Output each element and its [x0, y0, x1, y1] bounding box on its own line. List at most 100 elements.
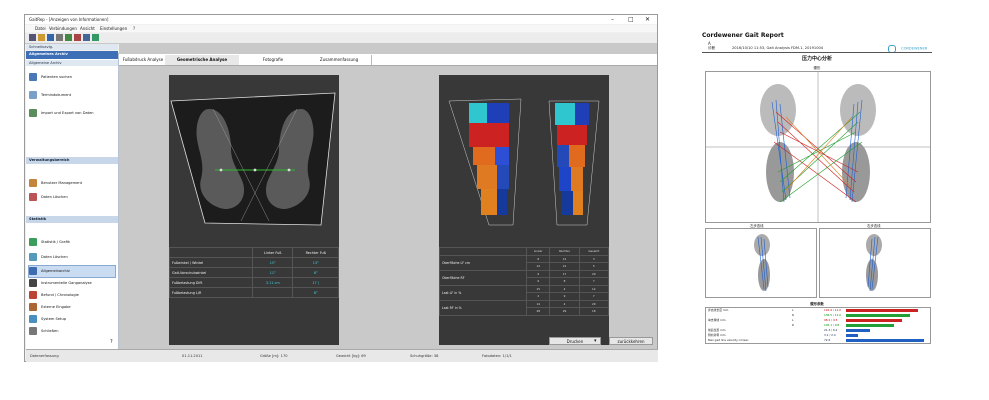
parameter-bar — [846, 314, 910, 317]
table-row: Last RF in % 14 4 29 — [439, 299, 610, 316]
sidebar-item-label: Daten Löschen — [41, 255, 68, 259]
cell: 12 — [578, 284, 610, 293]
help-icon[interactable] — [92, 34, 99, 41]
sidebar-item-external-input[interactable]: Externe Eingabe — [29, 302, 115, 313]
report-meta: 2016/10/10 11:53, Gait Analysis FDM-1, 2… — [732, 46, 824, 50]
left-value: 3.11 cm — [251, 277, 294, 288]
application-window: GaitRep - [Anzeigen von Informationen] –… — [24, 14, 658, 362]
back-button[interactable]: zurückkehren — [609, 337, 653, 345]
parameters-title: 蝶形参数 — [810, 302, 824, 306]
parameter-label: Max gait line velocity cm/sec — [708, 338, 749, 342]
users-icon — [29, 179, 37, 187]
left-value: 11° — [251, 267, 294, 278]
sidebar-item-label: Benutzer Management — [41, 181, 83, 185]
footprint-geometry-image — [170, 92, 336, 226]
parameter-value: 21.3 / 6.2 — [824, 328, 838, 332]
table-row: Oberfläche LF cm 8 12 3 — [439, 254, 610, 271]
butterfly-diagram — [705, 71, 931, 223]
import-export-icon — [29, 109, 37, 117]
parameter-bar — [846, 329, 870, 332]
parameter-side: R — [792, 323, 794, 327]
title-bar: GaitRep - [Anzeigen von Informationen] –… — [25, 15, 657, 24]
parameter-label: 单支撑线 mm — [708, 318, 726, 322]
tab-summary[interactable]: Zusammenfassung — [307, 55, 372, 65]
help-question-icon[interactable]: ? — [110, 339, 113, 345]
cell: 9 — [549, 292, 580, 301]
chart-icon — [29, 238, 37, 246]
sidebar-item-delete[interactable]: Daten Löschen — [29, 252, 115, 263]
sidebar-item-label: Patienten suchen — [41, 75, 73, 79]
tab-footprint-analysis[interactable]: Fußabdruck Analyse — [121, 55, 166, 65]
zoom-icon[interactable] — [74, 34, 81, 41]
table-header: Rechter — [549, 247, 580, 256]
sidebar-item-general-archive[interactable]: Allgemeinarchiv — [28, 265, 116, 278]
cell: 8 — [525, 254, 551, 263]
open-icon[interactable] — [38, 34, 45, 41]
sidebar-item-close[interactable]: Schließen — [29, 326, 115, 337]
save-icon[interactable] — [47, 34, 54, 41]
sidebar-item-instrument-analysis[interactable]: Instrumentelle Ganganalyse — [29, 278, 115, 289]
row-label: Fußbelastung Diff. — [169, 277, 253, 288]
camera-icon[interactable] — [65, 34, 72, 41]
pressure-zones-panel: Linker Rechter Gesamt Oberfläche LF cm 8 12 3… — [439, 75, 610, 345]
window-title: GaitRep - [Anzeigen von Informationen] — [29, 17, 109, 22]
parameter-row: Max gait line velocity cm/sec 72.6 — [706, 338, 930, 343]
status-field: Schuhgröße: 38 — [410, 354, 439, 358]
table-header-row: Linker Rechter Gesamt — [439, 247, 610, 256]
left-value: 15° — [251, 257, 294, 268]
gait-report-page: Cordewener Gait Report CORDEWENER A 诊断 2… — [702, 14, 934, 359]
cell: 2 — [525, 292, 551, 301]
cell: 8 — [549, 277, 580, 286]
navigation-sidebar: Schnellnavig. Allgemeines Archiv Allgeme… — [26, 44, 119, 349]
minimize-button[interactable]: – — [611, 16, 614, 23]
sidebar-item-import-export[interactable]: Import und Export von Daten — [29, 108, 115, 119]
chevron-down-icon[interactable]: ▾ — [594, 337, 597, 345]
tab-geometric-analysis[interactable]: Geometrische Analyse — [165, 55, 240, 65]
menu-view[interactable]: Ansicht — [80, 26, 95, 31]
sidebar-item-search-patient[interactable]: Patienten suchen — [29, 72, 115, 83]
sidebar-item-system-setup[interactable]: System Setup — [29, 314, 115, 325]
report-section-title: 压力中心分析 — [801, 56, 832, 62]
sidebar-item-document[interactable]: Termindokument — [29, 90, 115, 101]
parameter-side: L — [792, 308, 794, 312]
cell: 3 — [578, 254, 610, 263]
menu-file[interactable]: Datei — [35, 26, 46, 31]
right-value: 8° — [292, 287, 339, 298]
sidebar-item-label: Allgemeinarchiv — [41, 269, 70, 273]
new-icon[interactable] — [29, 34, 36, 41]
geometric-analysis-panel: Linker Fuß Rechter Fuß Fußwinkel / Winkel… — [169, 75, 339, 345]
menu-help[interactable]: ? — [133, 26, 135, 31]
maximize-button[interactable]: □ — [628, 16, 634, 23]
sidebar-item-label: Termindokument — [41, 93, 72, 97]
toolbar — [25, 33, 657, 44]
pressure-results-table: Linker Rechter Gesamt Oberfläche LF cm 8 12 3… — [439, 247, 610, 316]
menu-connections[interactable]: Verbindungen — [49, 26, 77, 31]
parameter-label: 步态线长度 mm — [708, 308, 729, 312]
parameter-value: 72.6 — [824, 338, 831, 342]
cell: 9 — [525, 277, 551, 286]
archive-icon — [29, 267, 37, 275]
parameter-bar — [846, 334, 858, 337]
parameter-bar — [846, 324, 894, 327]
sidebar-group-admin: Verwaltungsbereich — [26, 157, 118, 164]
right-gait-line-diagram — [819, 228, 931, 298]
cell: 29 — [549, 307, 580, 316]
sidebar-group-statistics: Statistik — [26, 216, 118, 223]
tab-photography[interactable]: Fotografie — [239, 55, 308, 65]
sidebar-header: Schnellnavig. — [26, 44, 118, 50]
cell: 9 — [525, 269, 551, 278]
sidebar-item-delete-data[interactable]: Daten Löschen — [29, 192, 115, 203]
sidebar-item-chronology[interactable]: Befund / Chronologie — [29, 290, 115, 301]
parameter-bar — [846, 319, 902, 322]
report-icon[interactable] — [83, 34, 90, 41]
menu-settings[interactable]: Einstellungen — [100, 26, 127, 31]
sidebar-item-statistics[interactable]: Statistik / Grafik — [29, 237, 115, 248]
close-window-button[interactable]: ✕ — [645, 16, 650, 23]
row-label: Fußwinkel / Winkel — [169, 257, 253, 268]
print-icon[interactable] — [56, 34, 63, 41]
parameter-label: 前后位置 mm — [708, 328, 726, 332]
delete-icon — [29, 193, 37, 201]
row-label: Oberfläche RF — [439, 269, 527, 286]
cell: 12 — [549, 254, 580, 263]
sidebar-item-user-management[interactable]: Benutzer Management — [29, 178, 115, 189]
